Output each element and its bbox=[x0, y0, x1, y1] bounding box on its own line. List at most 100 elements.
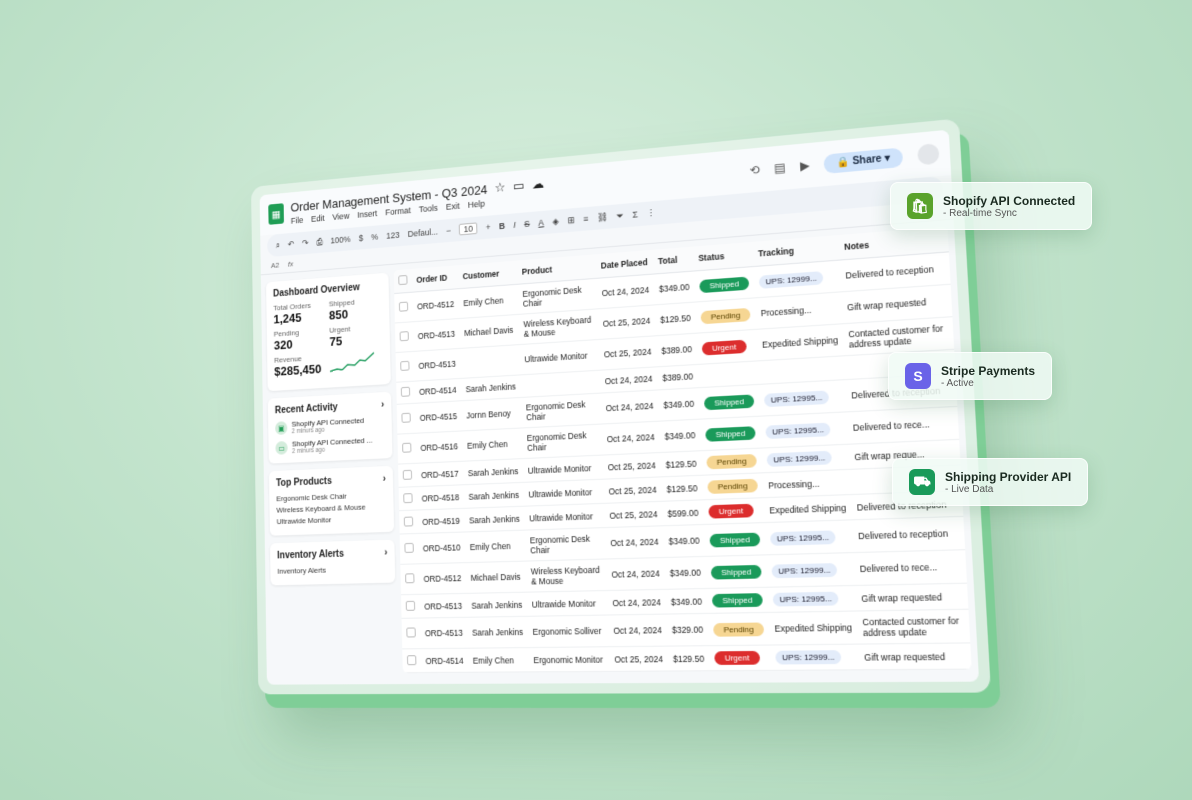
cell-status[interactable] bbox=[709, 670, 773, 674]
cell-tracking[interactable]: UPS: 12999... bbox=[766, 552, 856, 588]
cell-status[interactable]: Shipped bbox=[698, 384, 761, 420]
cell-status[interactable]: Shipped bbox=[703, 522, 767, 557]
borders-icon[interactable]: ⊞ bbox=[567, 214, 575, 225]
menu-help[interactable]: Help bbox=[468, 199, 485, 210]
cell-total[interactable]: $329.00 bbox=[666, 613, 709, 647]
font-select[interactable]: Defaul... bbox=[408, 227, 439, 239]
tracking-badge[interactable]: UPS: 12995... bbox=[765, 422, 831, 439]
italic-button[interactable]: I bbox=[513, 220, 516, 230]
link-icon[interactable]: ⛓ bbox=[597, 212, 608, 224]
row-checkbox-cell[interactable] bbox=[394, 321, 414, 353]
cell-customer[interactable]: Sarah Jenkins bbox=[464, 506, 525, 532]
cell-status[interactable]: Pending bbox=[707, 612, 771, 646]
cell-customer[interactable]: Sarah Jenkins bbox=[462, 458, 524, 485]
cell-date[interactable]: Oct 25, 2024 bbox=[602, 452, 662, 480]
checkbox[interactable] bbox=[398, 274, 408, 286]
cell-customer[interactable]: Emily Chen bbox=[462, 427, 523, 462]
row-checkbox-cell[interactable] bbox=[402, 648, 422, 673]
chevron-right-icon[interactable]: › bbox=[381, 400, 384, 411]
print-icon[interactable]: ⎙ bbox=[316, 236, 322, 247]
cell-product[interactable]: Ergonomic Monitor bbox=[528, 646, 610, 672]
cell-customer[interactable]: Michael Davis bbox=[465, 561, 527, 594]
row-checkbox-cell[interactable] bbox=[396, 381, 415, 405]
cell-product[interactable]: Ergonomic Desk Chair bbox=[524, 527, 607, 562]
currency-button[interactable]: $ bbox=[359, 233, 364, 243]
cell-id[interactable]: ORD-4515 bbox=[414, 400, 463, 434]
filter-icon[interactable]: ⏷ bbox=[617, 210, 624, 221]
tracking-badge[interactable]: UPS: 12995... bbox=[764, 389, 830, 407]
row-checkbox-cell[interactable] bbox=[398, 486, 418, 511]
cell-total[interactable]: $129.50 bbox=[660, 450, 702, 477]
cell-total[interactable]: $349.00 bbox=[657, 387, 700, 422]
menu-tools[interactable]: Tools bbox=[419, 203, 438, 214]
bold-button[interactable]: B bbox=[499, 221, 505, 231]
menu-insert[interactable]: Insert bbox=[357, 209, 377, 220]
cell-date[interactable]: Oct 24, 2024 bbox=[604, 525, 665, 559]
cell-product[interactable]: Ergonomic Desk Chair bbox=[520, 393, 602, 428]
cell-total[interactable]: $349.00 bbox=[662, 524, 706, 558]
fill-color-icon[interactable]: ◈ bbox=[552, 216, 559, 227]
cell-customer[interactable]: Michael Davis bbox=[459, 314, 520, 349]
checkbox[interactable] bbox=[402, 469, 413, 480]
row-checkbox-cell[interactable] bbox=[398, 463, 417, 488]
font-size-decrease[interactable]: − bbox=[446, 226, 451, 236]
zoom-select[interactable]: 100% bbox=[330, 234, 350, 245]
inventory-alerts-card[interactable]: Inventory Alerts › Inventory Alerts bbox=[270, 539, 396, 586]
select-all-checkbox-cell[interactable] bbox=[393, 268, 413, 294]
row-checkbox-cell[interactable] bbox=[395, 351, 415, 383]
cell-date[interactable]: Oct 24, 2024 bbox=[607, 589, 667, 616]
cell-customer[interactable]: Sarah Jenkins bbox=[468, 671, 530, 674]
undo-icon[interactable]: ↶ bbox=[288, 239, 295, 250]
cell-date[interactable]: Oct 25, 2024 bbox=[609, 670, 670, 674]
avatar[interactable] bbox=[917, 143, 940, 166]
cell-date[interactable]: Oct 24, 2024 bbox=[607, 614, 668, 647]
cell-tracking[interactable]: Expedited Shipping bbox=[768, 610, 859, 646]
cell-total[interactable]: $349.00 bbox=[653, 271, 696, 305]
row-checkbox-cell[interactable] bbox=[399, 510, 418, 535]
row-checkbox-cell[interactable] bbox=[394, 292, 413, 323]
menu-exit[interactable]: Exit bbox=[446, 201, 460, 212]
menu-file[interactable]: File bbox=[291, 215, 304, 225]
menu-format[interactable]: Format bbox=[385, 205, 411, 217]
cell-tracking[interactable]: UPS: 12995... bbox=[758, 379, 847, 417]
cell-notes[interactable]: Delivered to rece... bbox=[846, 406, 960, 445]
menu-view[interactable]: View bbox=[332, 211, 349, 222]
cell-date[interactable]: Oct 25, 2024 bbox=[603, 476, 663, 504]
chevron-right-icon[interactable]: › bbox=[383, 474, 386, 485]
cell-status[interactable]: Shipped bbox=[705, 554, 768, 589]
checkbox[interactable] bbox=[405, 600, 416, 611]
top-products-card[interactable]: Top Products › Ergonomic Desk Chair Wirel… bbox=[268, 465, 395, 536]
cell-date[interactable]: Oct 24, 2024 bbox=[596, 274, 655, 309]
cell-product[interactable]: Ergonomic Desk Chair bbox=[521, 424, 603, 459]
cell-product[interactable]: Ergonomic Solliver bbox=[527, 615, 610, 648]
row-checkbox-cell[interactable] bbox=[397, 433, 417, 465]
functions-icon[interactable]: Σ bbox=[632, 209, 638, 219]
cell-customer[interactable]: Sarah Jenkins bbox=[463, 482, 525, 509]
cell-status[interactable]: Shipped bbox=[706, 587, 769, 614]
cell-reference[interactable]: A2 bbox=[271, 260, 280, 269]
cell-status[interactable]: Shipped bbox=[693, 266, 755, 303]
cell-customer[interactable]: Emily Chen bbox=[464, 530, 526, 563]
text-color-button[interactable]: A bbox=[538, 218, 544, 228]
cell-tracking[interactable]: Processing... bbox=[762, 469, 851, 498]
cell-status[interactable]: Pending bbox=[700, 448, 763, 476]
cell-customer[interactable]: Sarah Jenkins bbox=[466, 616, 529, 649]
cell-date[interactable]: Oct 25, 2024 bbox=[609, 646, 669, 672]
cell-id[interactable]: ORD-4513 bbox=[419, 593, 467, 619]
cell-date[interactable]: Oct 25, 2024 bbox=[598, 335, 657, 371]
row-checkbox-cell[interactable] bbox=[400, 563, 420, 595]
cell-tracking[interactable]: Expedited Shipping bbox=[763, 494, 853, 523]
cell-status[interactable] bbox=[697, 360, 759, 388]
more-icon[interactable]: ⋮ bbox=[646, 207, 655, 219]
cell-id[interactable]: ORD-4513 bbox=[413, 348, 461, 382]
table-row[interactable]: ORD-4514 Emily Chen Ergonomic Monitor Oct 2… bbox=[402, 642, 972, 673]
chevron-right-icon[interactable]: › bbox=[384, 548, 387, 559]
cell-product[interactable]: Wireless Keyboard & Mouse bbox=[525, 558, 608, 593]
checkbox[interactable] bbox=[400, 386, 411, 397]
font-size-increase[interactable]: + bbox=[486, 222, 491, 232]
cell-status[interactable]: Pending bbox=[695, 297, 757, 334]
tracking-badge[interactable]: UPS: 12999... bbox=[771, 562, 838, 578]
row-checkbox-cell[interactable] bbox=[401, 618, 421, 649]
cell-product[interactable]: Ultrawide Monitor bbox=[529, 671, 611, 674]
cloud-icon[interactable]: ☁ bbox=[532, 176, 545, 193]
